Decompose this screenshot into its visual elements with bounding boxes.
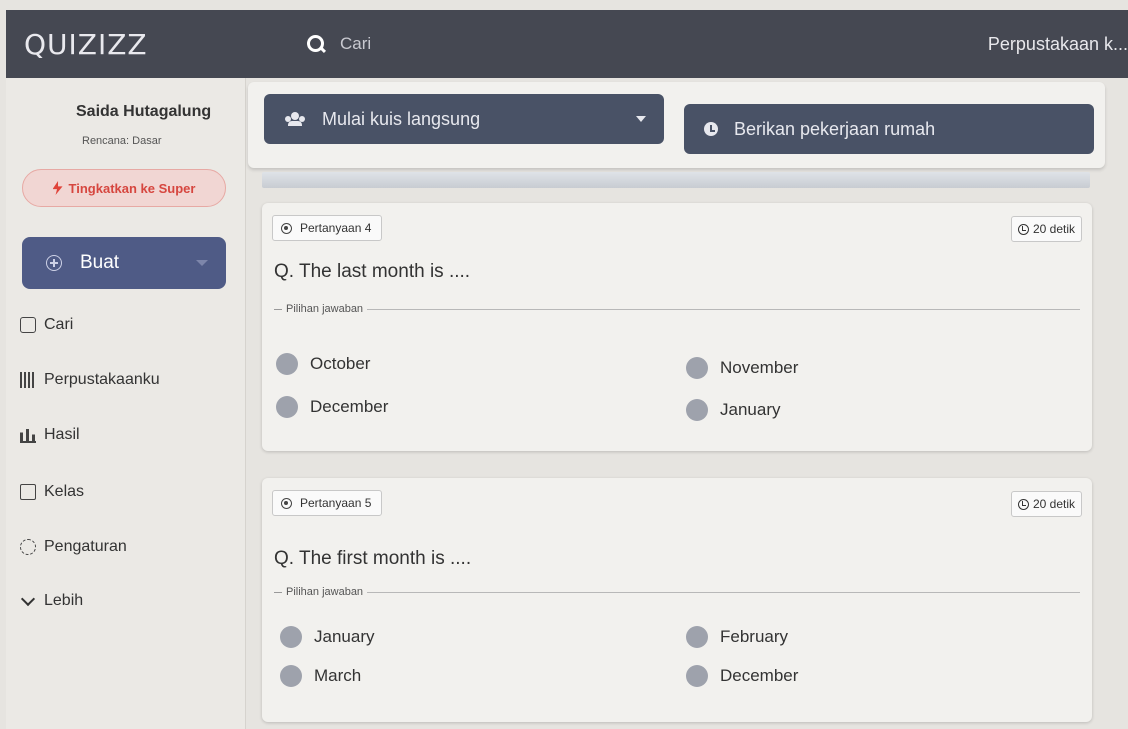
caret-down-icon[interactable] xyxy=(196,260,208,266)
option-circle-icon xyxy=(276,396,298,418)
assign-homework-button[interactable]: Berikan pekerjaan rumah xyxy=(684,104,1094,154)
sidebar-item-label: Kelas xyxy=(44,483,85,500)
time-badge: 20 detik xyxy=(1010,216,1082,242)
question-card[interactable]: Pertanyaan 4 20 detik Q. The last month … xyxy=(262,203,1092,451)
sidebar-item-more[interactable]: Lebih xyxy=(20,591,84,610)
answer-option: December xyxy=(686,665,798,687)
answer-option: October xyxy=(276,353,370,375)
live-quiz-label: Mulai kuis langsung xyxy=(322,108,481,129)
sidebar-item-search[interactable]: Cari xyxy=(20,316,73,334)
sidebar-item-label: Perpustakaanku xyxy=(44,371,160,388)
user-plan: Rencana: Dasar xyxy=(82,135,162,147)
results-icon xyxy=(20,427,36,443)
question-text: Q. The last month is .... xyxy=(274,261,471,282)
option-circle-icon xyxy=(686,665,708,687)
top-bar: QUIZIZZ Cari Perpustakaan k... xyxy=(6,10,1128,78)
clock-icon xyxy=(1017,223,1029,235)
users-icon xyxy=(284,112,306,126)
search-bar[interactable]: Cari xyxy=(306,34,371,54)
target-icon xyxy=(281,497,292,509)
answer-option: December xyxy=(276,396,388,418)
clock-icon xyxy=(704,122,718,136)
create-label: Buat xyxy=(80,252,120,273)
time-badge: 20 detik xyxy=(1010,491,1082,517)
action-panel: Mulai kuis langsung Berikan pekerjaan ru… xyxy=(248,82,1105,168)
sidebar-item-label: Lebih xyxy=(44,592,84,609)
option-circle-icon xyxy=(280,626,302,648)
class-icon xyxy=(20,484,36,500)
option-circle-icon xyxy=(276,353,298,375)
search-icon xyxy=(306,34,326,54)
quizizz-logo[interactable]: QUIZIZZ xyxy=(6,28,246,61)
option-circle-icon xyxy=(686,626,708,648)
start-live-quiz-button[interactable]: Mulai kuis langsung xyxy=(264,94,664,144)
sidebar-item-classes[interactable]: Kelas xyxy=(20,483,84,501)
plus-circle-icon xyxy=(46,255,62,271)
question-number: Pertanyaan 4 xyxy=(300,221,372,235)
question-card[interactable]: Pertanyaan 5 20 detik Q. The first month… xyxy=(262,478,1092,722)
time-limit: 20 detik xyxy=(1032,222,1075,236)
chevron-down-icon xyxy=(20,591,36,607)
question-number-badge: Pertanyaan 4 xyxy=(272,215,383,241)
answer-option: March xyxy=(280,665,361,687)
settings-icon xyxy=(20,539,36,555)
library-link[interactable]: Perpustakaan k... xyxy=(988,34,1128,55)
answer-choices-label: Pilihan jawaban xyxy=(274,303,1080,315)
upgrade-label: Tingkatkan ke Super xyxy=(68,180,196,196)
create-button[interactable]: Buat xyxy=(22,237,226,289)
option-circle-icon xyxy=(280,665,302,687)
sidebar: Saida Hutagalung Rencana: Dasar Tingkatk… xyxy=(6,78,246,729)
clock-icon xyxy=(1017,498,1029,510)
answer-option: November xyxy=(686,357,798,379)
upgrade-button[interactable]: Tingkatkan ke Super xyxy=(22,169,226,207)
search-placeholder[interactable]: Cari xyxy=(340,34,371,54)
question-number-badge: Pertanyaan 5 xyxy=(272,490,383,516)
user-name: Saida Hutagalung xyxy=(76,103,212,120)
option-circle-icon xyxy=(686,357,708,379)
question-number: Pertanyaan 5 xyxy=(300,496,372,510)
sidebar-item-label: Cari xyxy=(44,316,74,333)
answer-option: January xyxy=(686,399,780,421)
sidebar-item-settings[interactable]: Pengaturan xyxy=(20,538,127,556)
sidebar-item-label: Hasil xyxy=(44,426,80,443)
search-grid-icon xyxy=(20,317,36,333)
bolt-icon xyxy=(52,181,63,195)
sidebar-item-label: Pengaturan xyxy=(44,538,127,555)
sidebar-item-results[interactable]: Hasil xyxy=(20,426,80,444)
answer-option: February xyxy=(686,626,788,648)
answer-choices-label: Pilihan jawaban xyxy=(274,586,1080,598)
sidebar-item-library[interactable]: Perpustakaanku xyxy=(20,371,160,389)
library-icon xyxy=(20,372,36,388)
answer-option: January xyxy=(280,626,374,648)
time-limit: 20 detik xyxy=(1032,497,1075,511)
caret-down-icon[interactable] xyxy=(636,116,646,122)
option-circle-icon xyxy=(686,399,708,421)
homework-label: Berikan pekerjaan rumah xyxy=(734,118,936,139)
target-icon xyxy=(281,222,292,234)
divider-bar xyxy=(262,172,1090,188)
question-text: Q. The first month is .... xyxy=(274,548,472,569)
